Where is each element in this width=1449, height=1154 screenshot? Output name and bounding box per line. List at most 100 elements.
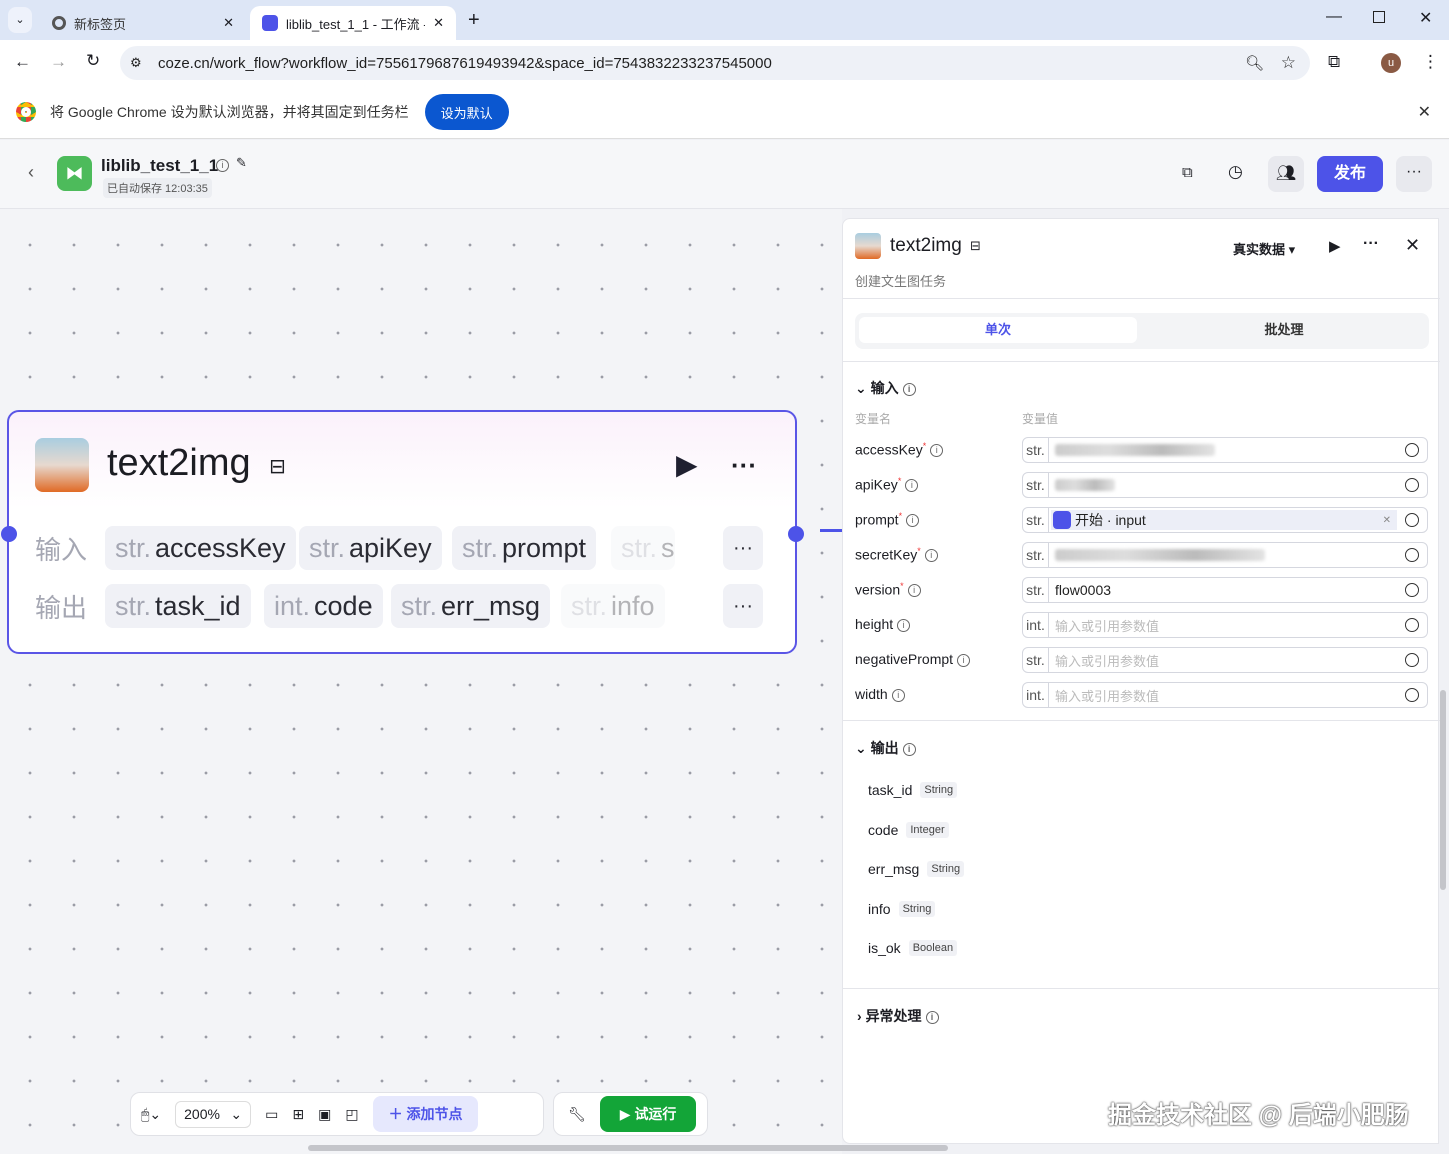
tab-workflow[interactable]: liblib_test_1_1 - 工作流 - ✕	[250, 6, 456, 40]
output-section-toggle[interactable]: ⌄ 输出 i	[855, 738, 916, 758]
info-icon[interactable]: i	[905, 479, 919, 493]
workflow-canvas[interactable]	[0, 209, 842, 1154]
input-section-toggle[interactable]: ⌄ 输入 i	[855, 378, 916, 398]
reference-tag[interactable]: 开始 · input ✕	[1051, 510, 1397, 530]
variable-reference-icon[interactable]	[1405, 513, 1419, 527]
info-icon[interactable]: i	[925, 1010, 939, 1024]
zoom-icon[interactable]: 🔍︎	[1245, 54, 1264, 72]
back-button[interactable]: ‹	[28, 162, 34, 183]
tab-single[interactable]: 单次	[859, 317, 1137, 343]
tab-batch[interactable]: 批处理	[1143, 317, 1425, 343]
info-icon[interactable]: i	[216, 159, 229, 172]
param-input-width[interactable]: int. 输入或引用参数值	[1022, 682, 1428, 708]
add-node-button[interactable]: ＋ 添加节点	[372, 1096, 479, 1132]
more-button[interactable]: ···	[1396, 156, 1432, 192]
minimize-button[interactable]: —	[1326, 8, 1342, 26]
back-icon[interactable]: ←	[14, 52, 31, 72]
param-label: prompt* i	[855, 511, 920, 528]
param-input-accessKey[interactable]: str.	[1022, 437, 1428, 463]
info-icon[interactable]: i	[902, 382, 916, 396]
divider	[843, 298, 1440, 299]
output-port[interactable]	[788, 526, 804, 542]
more-icon[interactable]: ···	[1363, 235, 1379, 253]
info-icon[interactable]: i	[907, 584, 921, 598]
maximize-button[interactable]	[1373, 11, 1385, 23]
type-label: str.	[1023, 508, 1049, 532]
variable-reference-icon[interactable]	[1405, 548, 1419, 562]
info-icon[interactable]: i	[902, 742, 916, 756]
variable-reference-icon[interactable]	[1405, 618, 1419, 632]
mouse-mode-icon[interactable]: 🖱︎⌄	[141, 1106, 161, 1123]
autosave-status: 已自动保存 12:03:35	[103, 178, 212, 198]
error-section-toggle[interactable]: › 异常处理 i	[857, 1006, 939, 1026]
history-icon[interactable]: ◷	[1228, 162, 1243, 182]
info-icon[interactable]: i	[924, 549, 938, 563]
new-tab-button[interactable]: +	[468, 9, 480, 32]
param-input-negativePrompt[interactable]: str. 输入或引用参数值	[1022, 647, 1428, 673]
info-icon[interactable]: i	[957, 653, 971, 667]
more-inputs-button[interactable]: ···	[723, 526, 763, 570]
type-label: str.	[621, 532, 658, 563]
comment-icon[interactable]: ▭	[265, 1106, 278, 1123]
output-name: is_ok	[868, 940, 901, 956]
menu-icon[interactable]: ⋮	[1422, 52, 1439, 72]
param-input-version[interactable]: str. flow0003	[1022, 577, 1428, 603]
reload-icon[interactable]: ↻	[86, 51, 100, 71]
zoom-select[interactable]: 200% ⌄	[175, 1100, 252, 1128]
variable-reference-icon[interactable]	[1405, 583, 1419, 597]
info-icon[interactable]: i	[930, 444, 944, 458]
tab-new-tab[interactable]: 新标签页 ✕	[40, 6, 246, 40]
info-icon[interactable]: i	[897, 618, 911, 632]
input-port[interactable]	[1, 526, 17, 542]
collaborators-icon[interactable]: 👥︎	[1268, 156, 1304, 192]
data-mode-select[interactable]: 真实数据 ▾	[1233, 239, 1295, 258]
minimap-icon[interactable]: ◰	[345, 1106, 358, 1123]
default-browser-infobar: 将 Google Chrome 设为默认浏览器，并将其固定到任务栏 设为默认 ✕	[0, 86, 1449, 139]
run-node-icon[interactable]: ▶	[676, 448, 698, 481]
param-input-height[interactable]: int. 输入或引用参数值	[1022, 612, 1428, 638]
close-panel-icon[interactable]: ✕	[1405, 235, 1420, 256]
more-outputs-button[interactable]: ···	[723, 584, 763, 628]
publish-button[interactable]: 发布	[1317, 156, 1383, 192]
variable-reference-icon[interactable]	[1405, 478, 1419, 492]
profile-avatar[interactable]: u	[1381, 53, 1401, 73]
star-icon[interactable]: ☆	[1281, 53, 1296, 73]
info-icon[interactable]: i	[891, 688, 905, 702]
copy-icon[interactable]: ⧉	[1182, 164, 1193, 181]
placeholder: 输入或引用参数值	[1055, 688, 1160, 704]
run-icon[interactable]: ▶	[1329, 237, 1341, 255]
param-input-prompt[interactable]: str. 开始 · input ✕	[1022, 507, 1428, 533]
param-label: version* i	[855, 581, 921, 598]
forward-icon[interactable]: →	[50, 52, 67, 72]
wrench-icon[interactable]: 🔧︎	[568, 1106, 586, 1123]
infobar-close-icon[interactable]: ✕	[1418, 102, 1431, 122]
variable-reference-icon[interactable]	[1405, 443, 1419, 457]
layout-icon[interactable]: ⊞	[292, 1106, 304, 1123]
site-settings-icon[interactable]: ⚙	[130, 55, 142, 71]
type-label: str.	[1023, 473, 1049, 497]
remove-reference-icon[interactable]: ✕	[1383, 515, 1391, 526]
panel-scrollbar[interactable]	[1440, 690, 1446, 890]
extensions-icon[interactable]: ⧉	[1328, 52, 1340, 72]
param-input-apiKey[interactable]: str.	[1022, 472, 1428, 498]
text2img-node[interactable]: text2img ⊟ ▶ ··· 输入 str. accessKey str. ap…	[1, 410, 804, 654]
edit-icon[interactable]: ✎	[236, 155, 247, 171]
url-input[interactable]: ⚙ coze.cn/work_flow?workflow_id=75561796…	[120, 46, 1310, 80]
close-icon[interactable]: ✕	[433, 15, 444, 31]
window-close-button[interactable]: ✕	[1419, 8, 1432, 28]
close-icon[interactable]: ✕	[223, 15, 234, 31]
tab-search-button[interactable]: ⌄	[8, 7, 32, 33]
node-more-icon[interactable]: ···	[731, 450, 757, 481]
plugin-avatar	[35, 438, 89, 492]
output-row: task_id String	[868, 782, 958, 798]
param-input-secretKey[interactable]: str.	[1022, 542, 1428, 568]
info-icon[interactable]: i	[906, 514, 920, 528]
variable-reference-icon[interactable]	[1405, 653, 1419, 667]
workflow-header: ‹ ⧓ liblib_test_1_1 i ✎ 已自动保存 12:03:35 ⧉…	[0, 140, 1449, 209]
set-default-button[interactable]: 设为默认	[424, 94, 509, 130]
variable-reference-icon[interactable]	[1405, 688, 1419, 702]
divider	[843, 720, 1440, 721]
horizontal-scrollbar[interactable]	[308, 1145, 948, 1151]
test-run-button[interactable]: ▶ 试运行	[599, 1096, 697, 1132]
image-icon[interactable]: ▣	[318, 1106, 331, 1123]
